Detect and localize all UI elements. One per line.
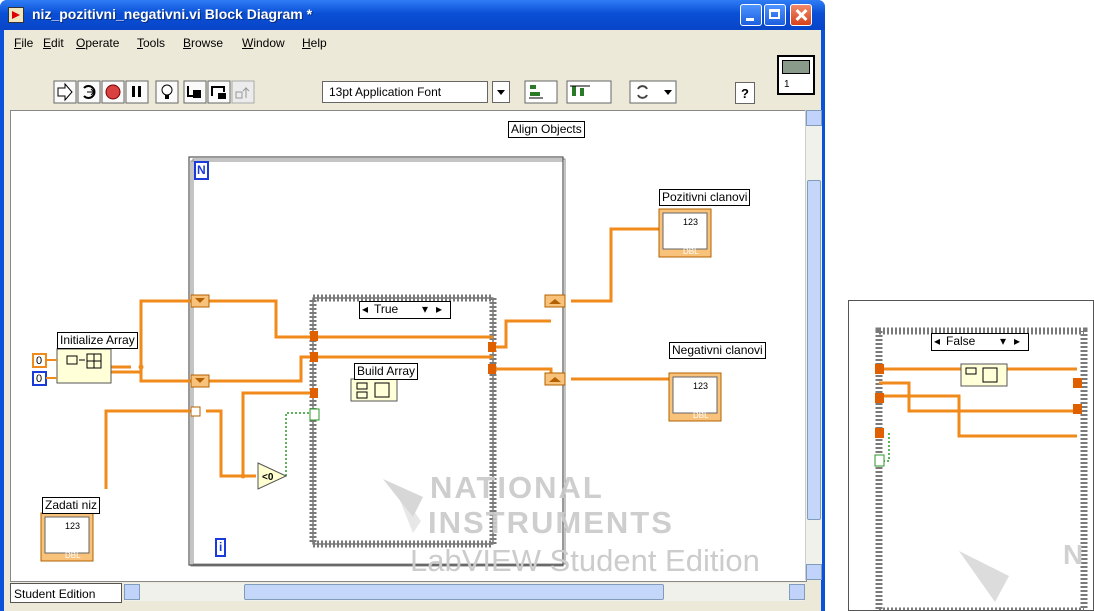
initialize-array-label[interactable]: Initialize Array <box>57 332 138 349</box>
context-help-button[interactable]: ? <box>735 82 755 104</box>
watermark-instruments: INSTRUMENTS <box>428 505 674 540</box>
vi-icon-label: 1 <box>784 79 790 90</box>
align-objects-icon[interactable] <box>524 80 558 104</box>
constant-top-value[interactable]: 0 <box>36 354 42 369</box>
initialize-array-node[interactable] <box>56 348 112 384</box>
chevron-down-icon[interactable]: ▾ <box>422 302 428 317</box>
vi-icon[interactable]: 1 <box>777 55 815 95</box>
vertical-scrollbar[interactable] <box>805 110 822 580</box>
watermark-labview: LabVIEW Student Edition <box>410 543 760 578</box>
student-edition-label: Student Edition <box>10 583 122 603</box>
iteration-terminal[interactable]: i <box>215 538 227 557</box>
dbl-label: DBL <box>65 551 81 560</box>
run-continuously-icon[interactable] <box>77 80 101 104</box>
negativni-clanovi-label[interactable]: Negativni clanovi <box>669 342 766 359</box>
chevron-down-icon[interactable]: ▾ <box>1000 334 1006 349</box>
zadati-niz-label[interactable]: Zadati niz <box>42 497 101 514</box>
font-selector[interactable]: 13pt Application Font <box>322 81 488 103</box>
step-into-icon[interactable] <box>183 80 207 104</box>
build-array-node[interactable] <box>350 378 398 402</box>
case-decrement-icon[interactable]: ◂ <box>934 334 940 349</box>
dbl-label: DBL <box>683 247 699 256</box>
distribute-objects-icon[interactable] <box>566 80 612 104</box>
false-case-selector-label: False <box>946 334 976 348</box>
compare-label: <0 <box>262 472 274 483</box>
indicator-type-label: 123 <box>683 217 699 227</box>
scroll-left-icon[interactable] <box>124 584 140 600</box>
student-edition-text: Student Edition <box>14 587 96 601</box>
case-selector-label: True <box>374 302 399 316</box>
false-case-panel: ◂ False ▾ ▸ N <box>848 300 1094 611</box>
horizontal-scrollbar[interactable] <box>124 583 805 601</box>
block-diagram-canvas[interactable]: N i ◂ True ▾ ▸ Initialize Array Build Ar… <box>10 110 807 582</box>
ni-watermark-logo-right <box>959 551 1009 602</box>
false-panel-watermark: N <box>1063 539 1084 570</box>
pozitivni-clanovi-label[interactable]: Pozitivni clanovi <box>659 189 751 206</box>
indicator-type-label: 123 <box>65 521 81 531</box>
build-array-label[interactable]: Build Array <box>354 363 419 380</box>
reorder-icon[interactable] <box>629 80 677 104</box>
dbl-label: DBL <box>693 411 709 420</box>
vertical-scroll-thumb[interactable] <box>807 180 821 520</box>
abort-icon[interactable] <box>101 80 125 104</box>
context-help-label: ? <box>741 86 749 101</box>
scroll-right-icon[interactable] <box>789 584 805 600</box>
indicator-type-label: 123 <box>693 381 709 391</box>
case-increment-icon[interactable]: ▸ <box>1014 334 1020 349</box>
scroll-up-icon[interactable] <box>806 110 822 126</box>
status-bar: Student Edition <box>10 583 805 607</box>
case-selector[interactable]: ◂ True ▾ ▸ <box>359 301 451 319</box>
scroll-down-icon[interactable] <box>806 564 822 580</box>
pause-icon[interactable] <box>125 80 149 104</box>
step-over-icon[interactable] <box>207 80 231 104</box>
watermark-national: NATIONAL <box>430 470 604 505</box>
tooltip: Align Objects <box>508 121 585 138</box>
case-increment-icon[interactable]: ▸ <box>436 302 442 317</box>
font-selector-label: 13pt Application Font <box>329 85 442 99</box>
count-terminal[interactable]: N <box>194 161 209 180</box>
constant-bottom-value[interactable]: 0 <box>36 372 42 387</box>
font-selector-dropdown-arrow[interactable] <box>492 81 510 103</box>
highlight-execution-icon[interactable] <box>155 80 179 104</box>
run-arrow-icon[interactable] <box>53 80 77 104</box>
step-out-icon[interactable] <box>231 80 255 104</box>
false-case-selector[interactable]: ◂ False ▾ ▸ <box>931 333 1029 351</box>
case-decrement-icon[interactable]: ◂ <box>362 302 368 317</box>
false-case-build-array-node[interactable] <box>960 363 1008 387</box>
horizontal-scroll-thumb[interactable] <box>244 584 664 600</box>
